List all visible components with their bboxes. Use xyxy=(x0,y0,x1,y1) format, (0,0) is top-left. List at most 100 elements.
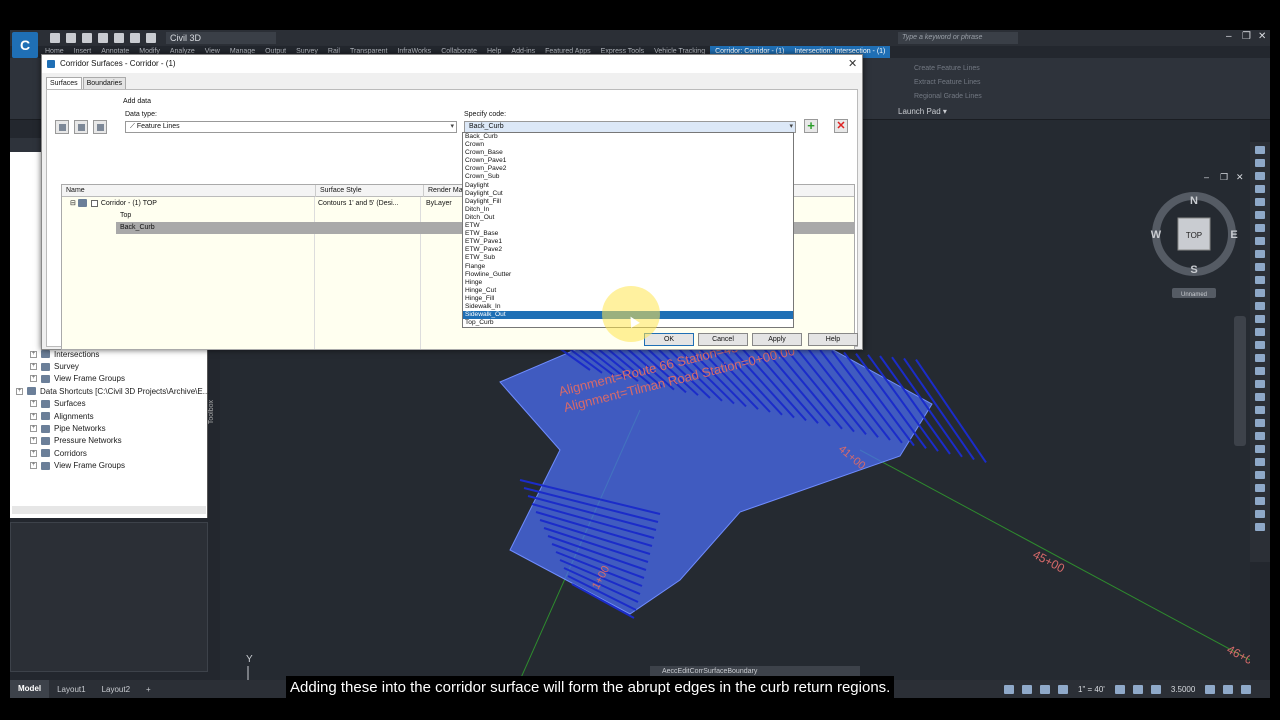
visibility-icon[interactable] xyxy=(1058,684,1068,694)
help-search-input[interactable]: Type a keyword or phrase xyxy=(898,32,1018,44)
code-option[interactable]: ETW_Pave1 xyxy=(463,238,793,246)
add-layout-button[interactable]: + xyxy=(138,685,159,694)
tree-item[interactable]: + Alignments xyxy=(16,410,209,422)
column-surface-style[interactable]: Surface Style xyxy=(316,185,424,197)
tool-icon[interactable] xyxy=(1255,289,1265,297)
ribbon-item-regional-grade-lines[interactable]: Regional Grade Lines xyxy=(914,90,1110,104)
ribbon-item-extract-feature-lines[interactable]: Extract Feature Lines xyxy=(914,76,1110,90)
tab-layout1[interactable]: Layout1 xyxy=(49,685,93,694)
column-name[interactable]: Name xyxy=(62,185,316,197)
viewport-close-icon[interactable]: ✕ xyxy=(1236,172,1244,183)
code-option[interactable]: Crown xyxy=(463,141,793,149)
code-option[interactable]: Ditch_In xyxy=(463,206,793,214)
tool-icon[interactable] xyxy=(1255,146,1265,154)
tool-icon[interactable] xyxy=(1255,393,1265,401)
tool-icon[interactable] xyxy=(1255,237,1265,245)
tool-icon[interactable] xyxy=(1255,367,1265,375)
tool-icon[interactable] xyxy=(1255,510,1265,518)
print-icon[interactable] xyxy=(114,33,124,43)
tree-item[interactable]: + Corridors xyxy=(16,447,209,459)
tool-icon[interactable] xyxy=(1255,211,1265,219)
tool-icon[interactable] xyxy=(1255,159,1265,167)
new-icon[interactable] xyxy=(50,33,60,43)
tool-icon[interactable] xyxy=(1255,341,1265,349)
tool-icon[interactable] xyxy=(1255,315,1265,323)
isolate-icon[interactable] xyxy=(1150,684,1161,694)
tab-model[interactable]: Model xyxy=(10,680,50,698)
tree-expand-icon[interactable]: + xyxy=(30,462,37,470)
tree-expand-icon[interactable]: + xyxy=(30,350,37,358)
pick-surface-button[interactable] xyxy=(55,120,69,134)
toolbox-tab-label[interactable]: Toolbox xyxy=(208,400,220,424)
cancel-button[interactable]: Cancel xyxy=(698,333,748,346)
tree-expand-icon[interactable]: + xyxy=(30,437,37,445)
code-option[interactable]: ETW xyxy=(463,222,793,230)
viewport-restore-icon[interactable]: ❐ xyxy=(1220,172,1228,183)
apply-button[interactable]: Apply xyxy=(752,333,802,346)
code-option[interactable]: Back_Curb xyxy=(463,133,793,141)
minimize-icon[interactable]: – xyxy=(1226,31,1232,42)
tool-icon[interactable] xyxy=(1255,484,1265,492)
tree-expand-icon[interactable]: + xyxy=(30,363,37,371)
tool-icon[interactable] xyxy=(1255,172,1265,180)
code-option[interactable]: ETW_Base xyxy=(463,230,793,238)
code-option[interactable]: Crown_Pave1 xyxy=(463,157,793,165)
restore-icon[interactable]: ❐ xyxy=(1242,31,1251,42)
tool-icon[interactable] xyxy=(1255,445,1265,453)
tool-icon[interactable] xyxy=(1255,354,1265,362)
tool-icon[interactable] xyxy=(1255,471,1265,479)
tool-icon[interactable] xyxy=(1255,185,1265,193)
code-option[interactable]: ETW_Pave2 xyxy=(463,246,793,254)
code-option[interactable]: Flowline_Gutter xyxy=(463,271,793,279)
data-type-select[interactable]: ⟋ Feature Lines ▾ xyxy=(125,121,457,133)
tree-expand-icon[interactable]: ⊟ xyxy=(70,200,78,207)
annotation-scale[interactable]: 1" = 40' xyxy=(1078,685,1105,694)
workspace-selector[interactable]: Civil 3D xyxy=(166,32,276,44)
open-icon[interactable] xyxy=(66,33,76,43)
redo-icon[interactable] xyxy=(146,33,156,43)
customize-icon[interactable] xyxy=(1241,684,1252,694)
tree-item[interactable]: + Pressure Networks xyxy=(16,435,209,447)
tree-expand-icon[interactable]: + xyxy=(30,375,37,383)
row-material[interactable]: ByLayer xyxy=(424,198,452,210)
code-option[interactable]: Flange xyxy=(463,263,793,271)
tool-icon[interactable] xyxy=(1255,198,1265,206)
tree-expand-icon[interactable]: + xyxy=(30,400,37,408)
tool-icon[interactable] xyxy=(1255,419,1265,427)
tree-item[interactable]: + View Frame Groups xyxy=(16,373,209,385)
tool-icon[interactable] xyxy=(1255,263,1265,271)
tree-expand-icon[interactable]: + xyxy=(30,412,37,420)
properties-icon[interactable] xyxy=(1205,684,1216,694)
ribbon-item-create-feature-lines[interactable]: Create Feature Lines xyxy=(914,62,1110,76)
viewport-minimize-icon[interactable]: – xyxy=(1204,172,1209,182)
code-option[interactable]: Daylight_Cut xyxy=(463,190,793,198)
save-icon[interactable] xyxy=(82,33,92,43)
tool-icon[interactable] xyxy=(1255,458,1265,466)
tool-icon[interactable] xyxy=(1255,302,1265,310)
tool-icon[interactable] xyxy=(1255,224,1265,232)
tool-icon[interactable] xyxy=(1255,406,1265,414)
tool-icon[interactable] xyxy=(1255,328,1265,336)
tree-expand-icon[interactable]: + xyxy=(30,449,37,457)
add-data-button[interactable]: + xyxy=(804,119,818,133)
code-option[interactable]: Daylight_Fill xyxy=(463,198,793,206)
tree-expand-icon[interactable]: + xyxy=(30,425,37,433)
tree-item[interactable]: + Survey xyxy=(16,360,209,372)
tool-icon[interactable] xyxy=(1255,432,1265,440)
toolspace-horizontal-scrollbar[interactable] xyxy=(12,506,206,514)
tree-item[interactable]: + Data Shortcuts [C:\Civil 3D Projects\Ar… xyxy=(16,385,209,397)
fullscreen-icon[interactable] xyxy=(1223,684,1234,694)
launch-pad-panel-label[interactable]: Launch Pad ▾ xyxy=(898,107,947,116)
grid-icon[interactable] xyxy=(1022,684,1032,694)
row-style[interactable]: Contours 1' and 5' (Desi... xyxy=(316,198,399,210)
model-space-icon[interactable] xyxy=(1004,684,1014,694)
code-option[interactable]: Crown_Pave2 xyxy=(463,165,793,173)
code-option[interactable]: Crown_Sub xyxy=(463,173,793,181)
dialog-close-icon[interactable]: ✕ xyxy=(848,57,857,70)
tool-icon[interactable] xyxy=(1255,523,1265,531)
tool-icon[interactable] xyxy=(1255,276,1265,284)
remove-data-button[interactable]: ✕ xyxy=(834,119,848,133)
save-as-icon[interactable] xyxy=(98,33,108,43)
application-menu-button[interactable]: C xyxy=(12,32,38,58)
surface-properties-button[interactable] xyxy=(93,120,107,134)
